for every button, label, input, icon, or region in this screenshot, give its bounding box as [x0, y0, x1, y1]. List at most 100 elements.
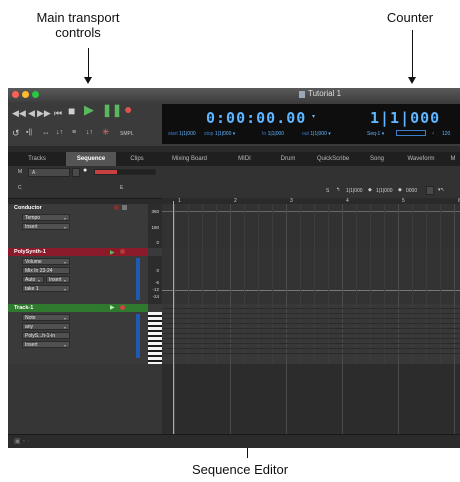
field-any-label: any: [25, 324, 34, 330]
cycle-icon[interactable]: ⇔: [42, 128, 50, 138]
bar-gridline: [454, 204, 455, 434]
stop-icon[interactable]: ■: [68, 105, 75, 117]
tab-mixing-board[interactable]: Mixing Board: [158, 152, 221, 166]
record-toggle-conductor[interactable]: [114, 205, 119, 210]
chevron-down-icon: ▾: [63, 316, 66, 321]
sequence-editor[interactable]: [162, 204, 460, 434]
level-meter-track1: [136, 314, 140, 358]
minimize-window-button[interactable]: [22, 91, 29, 98]
tab-tracks[interactable]: Tracks: [8, 152, 66, 166]
field-track1-insert-label: Insert: [25, 342, 38, 348]
tab-song[interactable]: Song: [358, 152, 396, 166]
play-icon-track1[interactable]: ▶: [110, 304, 115, 311]
back-icon[interactable]: ◀: [28, 108, 35, 118]
counter-display: 0:00:00.00 ▾ 1|1|000 start 1|1|000 stop …: [162, 104, 460, 144]
field-track1-insert[interactable]: Insert ▾: [22, 341, 70, 348]
chevron-down-icon: ▾: [63, 343, 66, 348]
field-take[interactable]: take 1 ▾: [22, 285, 70, 292]
play-icon[interactable]: ▶: [84, 103, 94, 116]
time-counter[interactable]: 0:00:00.00: [206, 109, 306, 127]
loop-icon[interactable]: ↺: [12, 128, 20, 138]
out-field[interactable]: out 1|1|000 ▾: [302, 131, 331, 137]
return-icon[interactable]: ↰: [336, 187, 340, 193]
field-mix-in[interactable]: Mix In 23-24: [22, 267, 70, 274]
field-tempo[interactable]: Tempo ▾: [22, 214, 70, 221]
close-window-button[interactable]: [12, 91, 19, 98]
tab-waveform[interactable]: Waveform: [396, 152, 446, 166]
tempo-slider[interactable]: [396, 130, 426, 136]
playback-cursor[interactable]: [173, 201, 174, 436]
location-field-1[interactable]: 1|1|000: [346, 188, 363, 194]
record-toggle-track1[interactable]: [120, 305, 125, 310]
field-polysynth-input[interactable]: PolyS...h-1-in: [22, 332, 70, 339]
field-conductor-insert[interactable]: Insert ▾: [22, 223, 70, 230]
memory-cycle-icon[interactable]: ↓↑: [86, 128, 93, 138]
track-header-polysynth[interactable]: PolySynth-1: [8, 248, 148, 256]
polysynth-lane: [162, 248, 460, 304]
auto-rewind-icon[interactable]: ↓↑: [56, 128, 63, 138]
play-icon-polysynth[interactable]: ▶: [110, 249, 115, 256]
polysynth-ruler: 0 -6 -12 -24: [148, 256, 162, 304]
cursor-tool-icon[interactable]: ▾↖: [438, 187, 445, 193]
minus-button[interactable]: [426, 186, 434, 195]
location-field-3[interactable]: 0000: [406, 188, 417, 194]
field-polysynth-insert[interactable]: Insert ▾: [46, 276, 70, 283]
tab-midi[interactable]: MIDI: [221, 152, 268, 166]
sequence-selector[interactable]: Seq-1 ▾: [367, 131, 384, 137]
field-mix-in-label: Mix In 23-24: [25, 268, 53, 274]
field-any[interactable]: any ▾: [22, 323, 70, 330]
field-note[interactable]: Note ▾: [22, 314, 70, 321]
clock-icon[interactable]: ●: [83, 167, 87, 174]
record-toggle-polysynth[interactable]: [120, 249, 125, 254]
bar-gridline: [174, 204, 175, 434]
chooser-box[interactable]: [72, 168, 80, 177]
note-icon: ♩: [432, 130, 437, 136]
field-tempo-label: Tempo: [25, 215, 41, 221]
tab-sequence[interactable]: Sequence: [66, 152, 116, 166]
empty-track-area: [8, 364, 162, 434]
in-field[interactable]: In 1|1|000: [262, 131, 284, 137]
tab-quickscribe[interactable]: QuickScribe: [308, 152, 358, 166]
bars-counter[interactable]: 1|1|000: [370, 109, 440, 127]
arrow-transport: [88, 48, 89, 78]
location-field-2[interactable]: 1|1|000: [376, 188, 393, 194]
volume-line: [162, 290, 460, 291]
tempo-line: [162, 211, 460, 212]
metronome-icon[interactable]: ✳: [102, 127, 110, 137]
s-button[interactable]: S: [326, 188, 329, 194]
tab-m[interactable]: M: [446, 152, 460, 166]
rewind-icon[interactable]: ◀◀: [12, 108, 26, 118]
track-options-conductor[interactable]: [122, 205, 127, 210]
mute-toggle[interactable]: M: [18, 169, 22, 175]
tab-clips[interactable]: Clips: [116, 152, 158, 166]
return-to-start-icon[interactable]: ⏮: [54, 108, 62, 118]
zoom-window-button[interactable]: [32, 91, 39, 98]
a-field-label: A: [32, 170, 36, 176]
a-field[interactable]: A: [28, 168, 70, 177]
callout-counter: Counter: [386, 10, 434, 25]
chevron-down-icon: ▾: [63, 216, 66, 221]
punch-icon[interactable]: ▪||: [26, 128, 32, 138]
callout-transport: Main transport controls: [36, 10, 120, 40]
record-icon[interactable]: ●: [124, 102, 132, 116]
time-format-chevron-icon[interactable]: ▾: [312, 113, 315, 120]
bar-gridline: [342, 204, 343, 434]
note-row-line: [162, 348, 460, 349]
status-icon[interactable]: ▣ ◦ ·: [14, 437, 29, 445]
stop-field[interactable]: stop 1|1|000 ▾: [204, 131, 235, 137]
samples-icon[interactable]: SMPL: [120, 129, 134, 139]
track-header-conductor[interactable]: Conductor: [8, 204, 148, 212]
field-volume[interactable]: Volume ▾: [22, 258, 70, 265]
start-field[interactable]: start 1|1|000: [168, 131, 196, 137]
pause-icon[interactable]: ❚❚: [102, 104, 122, 116]
tab-drum[interactable]: Drum: [268, 152, 308, 166]
fast-forward-icon[interactable]: ▶▶: [37, 108, 51, 118]
note-row-line: [162, 323, 460, 324]
field-auto[interactable]: Auto ▾: [22, 276, 44, 283]
stop-value: 1|1|000: [214, 131, 232, 137]
tempo-value[interactable]: 120: [442, 131, 450, 137]
overdub-icon[interactable]: ≡: [72, 128, 76, 138]
ruler-label-24db: -24: [152, 294, 159, 299]
piano-keyboard[interactable]: [148, 312, 162, 364]
track-header-track1[interactable]: Track-1: [8, 304, 148, 312]
